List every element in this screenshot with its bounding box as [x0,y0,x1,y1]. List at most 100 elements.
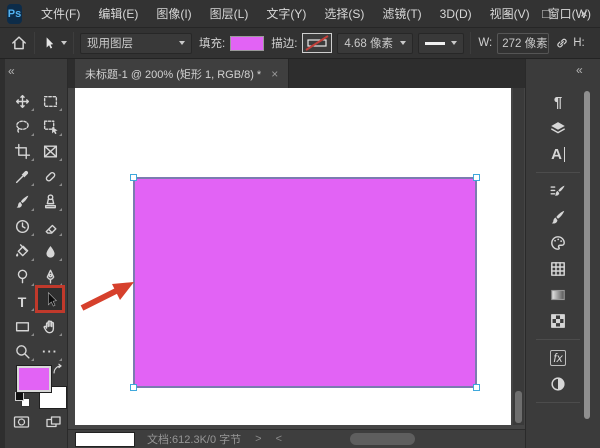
brush-panel-icon [551,210,565,224]
paint-bucket-tool[interactable] [8,239,36,264]
crop-icon [14,143,30,160]
select-mode-dropdown[interactable]: 现用图层 [80,32,192,54]
paragraph-panel-button[interactable]: ¶ [543,89,573,115]
menu-file[interactable]: 文件(F) [32,0,89,28]
color-palette-icon [551,236,565,250]
canvas-area[interactable] [68,88,525,429]
hand-tool[interactable] [36,314,64,339]
resize-handle-top-left[interactable] [130,174,137,181]
marquee-icon [43,96,57,107]
tab-close-icon[interactable]: × [271,67,278,81]
home-icon [12,36,26,50]
close-button[interactable]: × [576,0,592,28]
shape-width-field[interactable]: 272 像素 [497,32,550,54]
chevron-down-icon [61,41,67,45]
menu-filter[interactable]: 滤镜(T) [373,0,430,28]
adjustments-icon [551,377,565,391]
menu-type[interactable]: 文字(Y) [257,0,315,28]
vertical-scrollbar-thumb[interactable] [515,391,522,423]
resize-handle-top-right[interactable] [473,174,480,181]
brushes-panel-button[interactable] [543,204,573,230]
chevron-down-icon [451,41,458,45]
current-tool-button[interactable] [41,35,67,51]
panel-scrollbar-thumb[interactable] [584,91,590,419]
collapse-toolbar-button[interactable]: « [8,64,15,78]
status-arrow-left-icon[interactable]: < [276,433,282,445]
menu-image[interactable]: 图像(I) [147,0,200,28]
marquee-tool[interactable] [36,89,64,114]
history-brush-tool[interactable] [8,214,36,239]
resize-handle-bottom-left[interactable] [130,384,137,391]
zoom-level-input[interactable] [75,431,135,447]
chevron-down-icon [400,41,407,45]
minimize-button[interactable]: – [500,0,516,28]
dodge-tool[interactable] [8,264,36,289]
color-panel-button[interactable] [543,230,573,256]
styles-panel-button[interactable]: fx [543,345,573,371]
brush-tool[interactable] [8,189,36,214]
menu-edit[interactable]: 编辑(E) [89,0,147,28]
right-panel-dock: « ¶ A fx [525,59,600,448]
fx-icon: fx [550,350,566,366]
eraser-tool[interactable] [36,214,64,239]
resize-handle-bottom-right[interactable] [473,384,480,391]
character-panel-button[interactable]: A [543,141,573,167]
menu-layer[interactable]: 图层(L) [201,0,258,28]
stroke-color-swatch[interactable] [302,33,333,53]
canvas-shape-rectangle[interactable] [130,174,480,391]
horizontal-scrollbar-thumb[interactable] [350,433,415,445]
fill-color-swatch[interactable] [230,35,265,51]
stroke-label: 描边: [271,38,298,50]
crop-tool[interactable] [8,139,36,164]
edit-toolbar-button[interactable]: ··· [36,339,64,364]
layers-panel-button[interactable] [543,115,573,141]
clone-stamp-tool[interactable] [36,189,64,214]
path-select-arrow-icon [46,37,54,49]
blur-drop-icon [45,245,55,258]
separator [73,32,74,54]
collapse-panels-button[interactable]: « [576,63,583,77]
screen-mode-icon[interactable] [44,414,63,430]
foreground-color-swatch[interactable] [16,365,52,393]
blur-tool[interactable] [36,239,64,264]
patterns-icon [551,314,565,328]
path-selection-tool[interactable] [38,288,62,310]
home-button[interactable] [10,34,28,52]
patterns-panel-button[interactable] [543,308,573,334]
status-arrow-right-icon[interactable]: > [255,433,261,445]
brush-settings-panel-button[interactable] [543,178,573,204]
link-dimensions-button[interactable] [555,36,569,50]
document-tab-title: 未标题-1 @ 200% (矩形 1, RGB/8) * [85,68,262,81]
document-page[interactable] [75,88,511,425]
maximize-button[interactable]: □ [538,0,554,28]
link-icon [557,38,567,48]
eyedropper-tool[interactable] [8,164,36,189]
rectangle-tool[interactable] [8,314,36,339]
stroke-style-dropdown[interactable] [418,32,465,54]
vertical-scrollbar[interactable] [513,88,524,425]
brush-settings-icon [550,185,565,196]
menu-3d[interactable]: 3D(D) [431,0,481,28]
healing-brush-tool[interactable] [36,164,64,189]
tools-grid: T ··· [8,89,64,364]
type-tool[interactable]: T [8,289,36,314]
photoshop-logo-icon[interactable]: Ps [7,3,23,24]
layers-icon [551,122,565,134]
menu-select[interactable]: 选择(S) [315,0,373,28]
document-tab[interactable]: 未标题-1 @ 200% (矩形 1, RGB/8) * × [75,59,290,88]
zoom-tool[interactable] [8,339,36,364]
gradients-panel-button[interactable] [543,282,573,308]
healing-brush-icon [45,171,55,182]
stroke-width-value: 4.68 像素 [344,38,393,50]
adjustments-panel-button[interactable] [543,371,573,397]
stroke-width-dropdown[interactable]: 4.68 像素 [337,32,414,54]
object-selection-icon [43,120,58,135]
object-selection-tool[interactable] [36,114,64,139]
move-tool[interactable] [8,89,36,114]
lasso-tool[interactable] [8,114,36,139]
swap-colors-icon[interactable] [51,362,65,376]
quick-mask-icon[interactable] [12,414,31,430]
swatches-panel-button[interactable] [543,256,573,282]
default-foreground-swatch[interactable] [15,392,24,401]
frame-tool[interactable] [36,139,64,164]
